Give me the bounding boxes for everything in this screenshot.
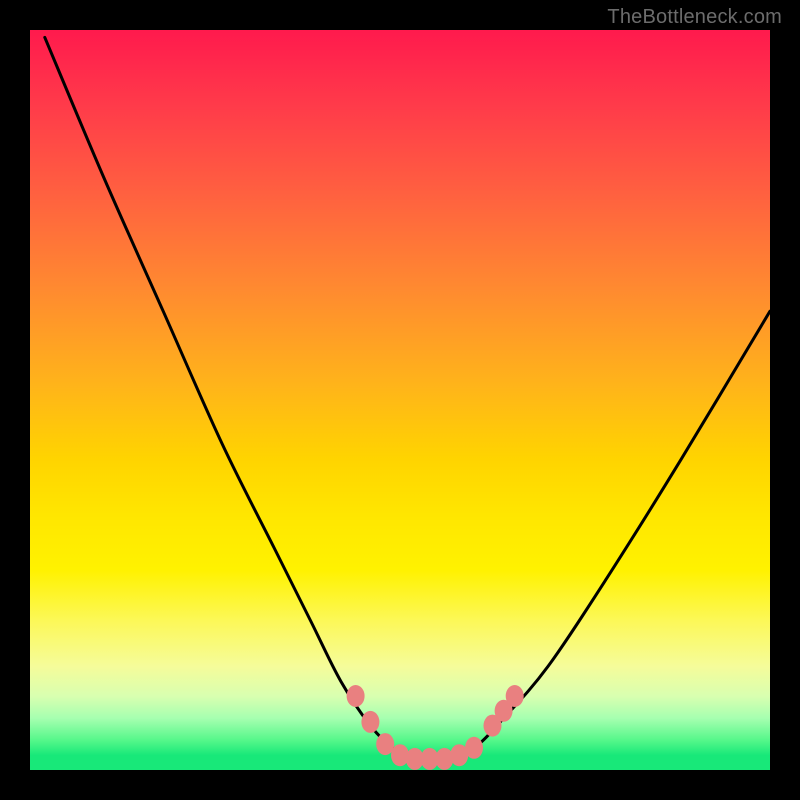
data-marker — [361, 711, 379, 733]
data-marker — [435, 748, 453, 770]
bottleneck-curve — [30, 30, 770, 770]
chart-frame: TheBottleneck.com — [0, 0, 800, 800]
data-marker — [465, 737, 483, 759]
data-marker — [347, 685, 365, 707]
data-marker — [391, 744, 409, 766]
attribution-watermark: TheBottleneck.com — [607, 6, 782, 29]
plot-area — [30, 30, 770, 770]
data-marker — [506, 685, 524, 707]
curve-line — [45, 37, 770, 760]
